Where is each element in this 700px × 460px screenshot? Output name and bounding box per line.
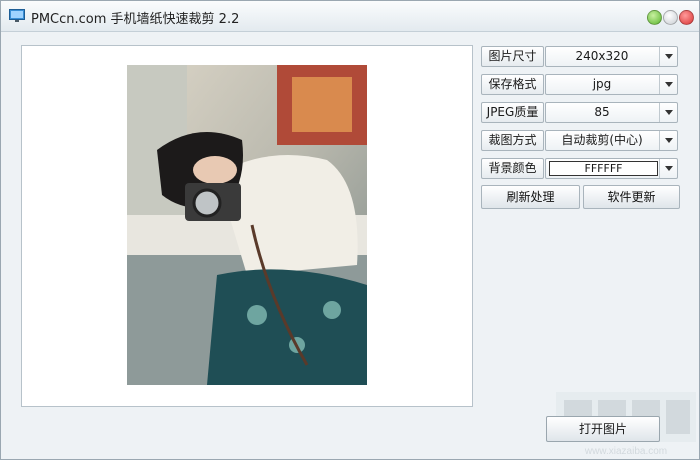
jpeg-quality-select[interactable]: 85: [545, 102, 678, 123]
chevron-down-icon[interactable]: [659, 131, 677, 150]
image-preview: [21, 45, 473, 407]
background-color-label: 背景颜色: [481, 158, 544, 179]
image-size-select[interactable]: 240x320: [545, 46, 678, 67]
chevron-down-icon[interactable]: [659, 75, 677, 94]
crop-mode-select[interactable]: 自动裁剪(中心): [545, 130, 678, 151]
image-size-label: 图片尺寸: [481, 46, 544, 67]
main-area: 图片尺寸 240x320 保存格式 jpg JPEG质量 85 裁图方式 自动裁…: [1, 32, 699, 459]
background-color-value: FFFFFF: [549, 161, 658, 176]
setting-row-crop-mode: 裁图方式 自动裁剪(中心): [481, 130, 678, 151]
chevron-down-icon[interactable]: [659, 159, 677, 178]
watermark-url: www.xiazaiba.com: [584, 446, 667, 457]
title-bar: PMCcn.com 手机墙纸快速裁剪 2.2: [1, 1, 699, 32]
refresh-button[interactable]: 刷新处理: [481, 185, 580, 209]
window-title: PMCcn.com 手机墙纸快速裁剪 2.2: [31, 12, 240, 27]
setting-row-jpeg-quality: JPEG质量 85: [481, 102, 678, 123]
save-format-label: 保存格式: [481, 74, 544, 95]
crop-mode-label: 裁图方式: [481, 130, 544, 151]
app-icon: [9, 9, 25, 22]
crop-mode-value: 自动裁剪(中心): [561, 133, 643, 147]
jpeg-quality-label: JPEG质量: [481, 102, 544, 123]
save-format-value: jpg: [592, 77, 612, 91]
close-button[interactable]: [679, 10, 694, 25]
save-format-select[interactable]: jpg: [545, 74, 678, 95]
app-window: PMCcn.com 手机墙纸快速裁剪 2.2 图片尺寸 240x320 保存格式…: [0, 0, 700, 460]
minimize-button[interactable]: [647, 10, 662, 25]
setting-row-background-color: 背景颜色 FFFFFF: [481, 158, 678, 179]
chevron-down-icon[interactable]: [659, 103, 677, 122]
preview-photo: [127, 65, 367, 385]
setting-row-image-size: 图片尺寸 240x320: [481, 46, 678, 67]
chevron-down-icon[interactable]: [659, 47, 677, 66]
image-size-value: 240x320: [575, 49, 629, 63]
background-color-select[interactable]: FFFFFF: [545, 158, 678, 179]
jpeg-quality-value: 85: [594, 105, 610, 119]
setting-row-save-format: 保存格式 jpg: [481, 74, 678, 95]
maximize-button[interactable]: [663, 10, 678, 25]
update-button[interactable]: 软件更新: [583, 185, 680, 209]
open-image-button[interactable]: 打开图片: [546, 416, 660, 442]
